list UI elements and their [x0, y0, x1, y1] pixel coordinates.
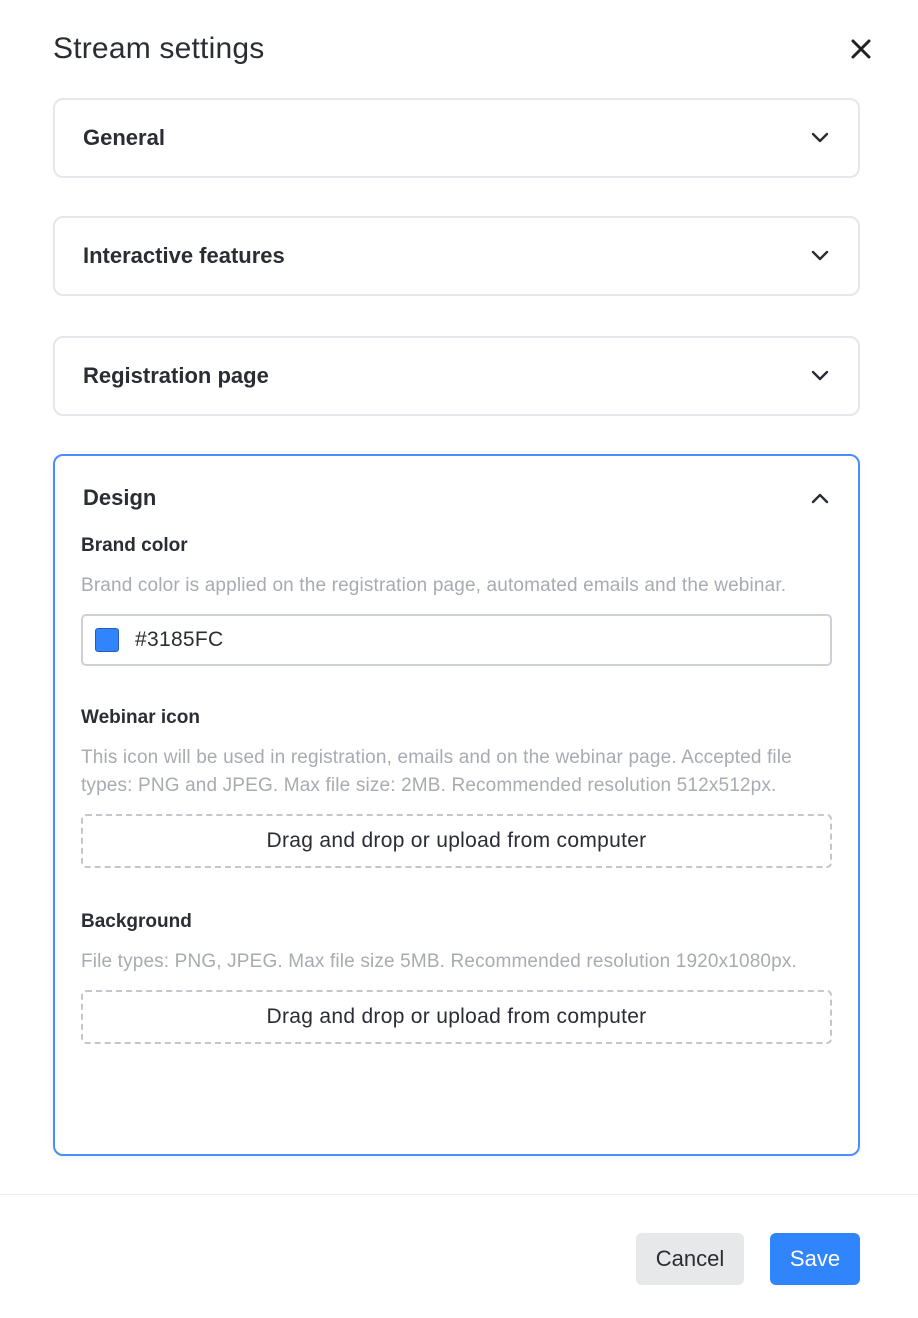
brand-color-help: Brand color is applied on the registrati…	[81, 575, 787, 596]
close-button[interactable]	[844, 32, 878, 66]
panel-general-title: General	[83, 125, 165, 150]
panel-interactive-features: Interactive features	[53, 216, 860, 296]
panel-design: Design Brand color Brand color is applie…	[53, 454, 860, 1156]
panel-design-body: Brand color Brand color is applied on th…	[55, 534, 858, 1044]
chevron-down-icon	[810, 246, 830, 266]
footer-divider	[0, 1194, 918, 1195]
close-icon	[851, 39, 871, 59]
cancel-button[interactable]: Cancel	[636, 1233, 744, 1285]
panel-design-title: Design	[83, 485, 157, 510]
save-button[interactable]: Save	[770, 1233, 860, 1285]
panel-interactive-features-title: Interactive features	[83, 243, 285, 268]
dialog-header: Stream settings	[53, 28, 878, 72]
dialog-title: Stream settings	[53, 32, 265, 65]
panel-design-header[interactable]: Design	[55, 456, 858, 540]
brand-color-input[interactable]: #3185FC	[81, 614, 832, 666]
panel-interactive-features-header[interactable]: Interactive features	[55, 218, 858, 294]
panel-general-header[interactable]: General	[55, 100, 858, 176]
webinar-icon-label: Webinar icon	[81, 707, 200, 728]
panel-registration-page-header[interactable]: Registration page	[55, 338, 858, 414]
webinar-icon-help: This icon will be used in registration, …	[81, 747, 792, 796]
panel-registration-page-title: Registration page	[83, 363, 269, 388]
background-help: File types: PNG, JPEG. Max file size 5MB…	[81, 951, 797, 972]
panel-registration-page: Registration page	[53, 336, 860, 416]
color-swatch[interactable]	[95, 628, 119, 652]
brand-color-value: #3185FC	[135, 628, 224, 651]
brand-color-label: Brand color	[81, 535, 188, 556]
webinar-icon-dropzone[interactable]: Drag and drop or upload from computer	[81, 814, 832, 868]
stream-settings-dialog: Stream settings General Interactive feat…	[0, 0, 918, 1318]
background-dropzone[interactable]: Drag and drop or upload from computer	[81, 990, 832, 1044]
background-label: Background	[81, 911, 192, 932]
dialog-footer: Cancel Save	[636, 1233, 860, 1285]
chevron-up-icon	[810, 488, 830, 508]
panel-general: General	[53, 98, 860, 178]
chevron-down-icon	[810, 366, 830, 386]
chevron-down-icon	[810, 128, 830, 148]
